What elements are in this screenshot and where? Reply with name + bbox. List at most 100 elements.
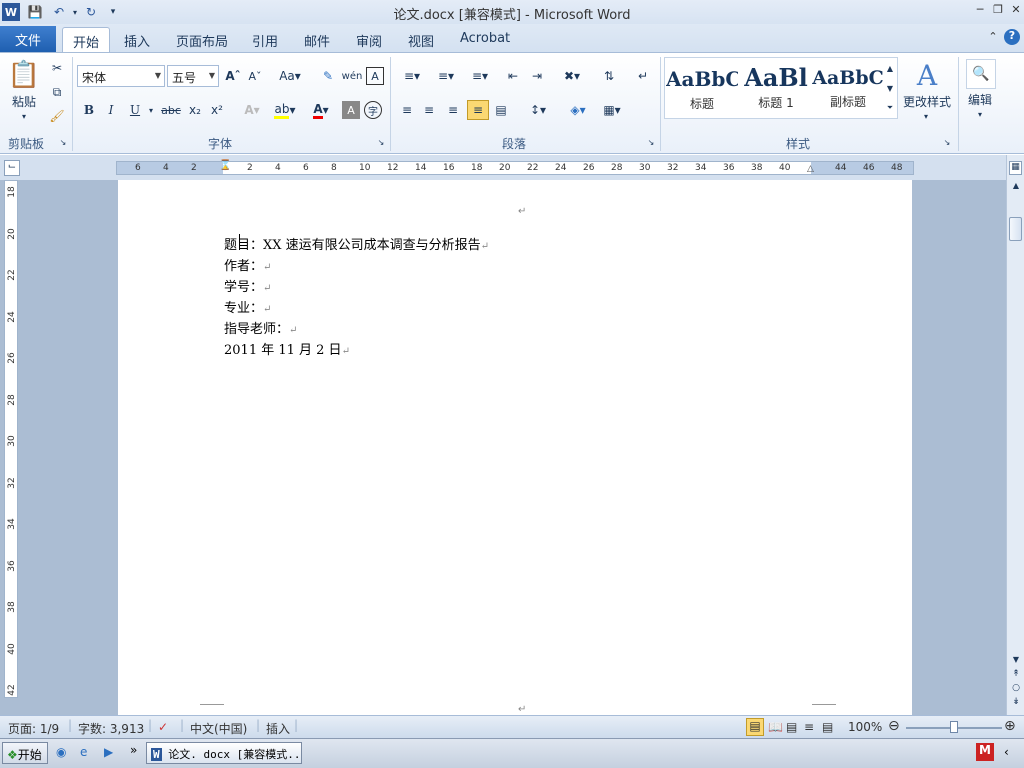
right-indent-marker-icon[interactable]: △ xyxy=(807,164,817,174)
ie-icon[interactable]: e xyxy=(80,745,96,761)
web-layout-icon[interactable]: ▤ xyxy=(786,720,797,734)
doc-title-line[interactable]: 题目：XX 速运有限公司成本调查与分析报告↵ xyxy=(224,234,489,253)
tab-home[interactable]: 开始 xyxy=(62,27,111,52)
outline-icon[interactable]: ≡ xyxy=(804,720,814,734)
full-screen-reading-icon[interactable]: 📖 xyxy=(768,720,783,734)
scroll-thumb[interactable] xyxy=(1009,217,1022,241)
zoom-out-icon[interactable]: ⊖ xyxy=(888,718,900,734)
horizontal-ruler[interactable]: ⌛ △ 6 4 2 2 4 6 8 10 12 14 16 18 20 22 24 26 28 30 32 34 36 3… xyxy=(116,160,914,176)
find-binoculars-icon[interactable]: 🔍 xyxy=(966,59,996,89)
phonetic-guide-icon[interactable]: wén xyxy=(342,67,363,85)
editing-dropdown-icon[interactable]: ▾ xyxy=(974,109,986,119)
decrease-indent-icon[interactable]: ⇤ xyxy=(504,67,522,85)
numbering-icon[interactable]: ≡▾ xyxy=(432,67,460,85)
tray-app-icon[interactable]: M xyxy=(976,743,994,761)
print-layout-icon[interactable]: ▤ xyxy=(746,718,764,736)
page-count[interactable]: 页面: 1/9 xyxy=(8,720,59,737)
show-marks-icon[interactable]: ↵ xyxy=(634,67,652,85)
prev-page-icon[interactable]: ↟ xyxy=(1010,669,1022,681)
paragraph-launcher-icon[interactable]: ↘ xyxy=(646,137,656,147)
doc-student-id-line[interactable]: 学号：↵ xyxy=(224,276,271,295)
word-task-button[interactable]: W 论文. docx [兼容模式... xyxy=(146,742,302,764)
bold-icon[interactable]: B xyxy=(80,101,98,119)
indent-marker-icon[interactable]: ⌛ xyxy=(219,160,231,176)
superscript-icon[interactable]: x² xyxy=(208,101,226,119)
media-icon[interactable]: ▶ xyxy=(104,745,120,761)
character-border-icon[interactable]: A xyxy=(366,67,384,85)
underline-icon[interactable]: U xyxy=(126,101,144,119)
tab-references[interactable]: 引用 xyxy=(242,27,288,52)
distributed-icon[interactable]: ▤ xyxy=(492,101,510,119)
paste-icon[interactable]: 📋 xyxy=(8,57,40,93)
style-subtitle[interactable]: AaBbC 副标题 xyxy=(812,59,884,117)
clear-format-icon[interactable]: ✎ xyxy=(318,67,338,85)
tab-selector-icon[interactable]: ⌙ xyxy=(4,160,20,176)
minimize-ribbon-icon[interactable]: ⌃ xyxy=(985,30,1001,46)
next-page-icon[interactable]: ↡ xyxy=(1010,697,1022,709)
enclose-characters-icon[interactable]: 字 xyxy=(364,101,382,119)
subscript-icon[interactable]: x₂ xyxy=(186,101,204,119)
gallery-scroll-up-icon[interactable]: ▲ xyxy=(884,59,896,77)
style-title[interactable]: AaBbC 标题 xyxy=(666,59,738,117)
font-color-icon[interactable]: A ▾ xyxy=(306,101,336,119)
copy-icon[interactable]: ⧉ xyxy=(48,83,66,101)
tab-page-layout[interactable]: 页面布局 xyxy=(166,27,238,52)
cut-icon[interactable]: ✂ xyxy=(48,59,66,77)
justify-icon[interactable]: ≡ xyxy=(467,100,489,120)
vertical-scrollbar[interactable]: ▦ ▲ ▼ ↟ ○ ↡ xyxy=(1006,155,1024,715)
font-name-combo[interactable]: 宋体 ▼ xyxy=(77,65,165,87)
tab-file[interactable]: 文件 xyxy=(0,26,56,52)
strikethrough-icon[interactable]: abc xyxy=(160,101,182,119)
font-launcher-icon[interactable]: ↘ xyxy=(376,137,386,147)
align-right-icon[interactable]: ≡ xyxy=(444,101,462,119)
view-ruler-icon[interactable]: ▦ xyxy=(1009,161,1022,175)
tab-review[interactable]: 审阅 xyxy=(346,27,392,52)
sort-icon[interactable]: ⇅ xyxy=(598,67,620,85)
minimize-icon[interactable]: ─ xyxy=(972,3,988,19)
proofing-icon[interactable]: ✓ xyxy=(158,720,168,734)
doc-major-line[interactable]: 专业：↵ xyxy=(224,297,271,316)
language[interactable]: 中文(中国) xyxy=(190,720,247,737)
format-painter-icon[interactable]: 🖌 xyxy=(48,107,66,125)
tray-expand-icon[interactable]: ‹ xyxy=(1004,745,1018,761)
gallery-scroll-down-icon[interactable]: ▼ xyxy=(884,79,896,97)
borders-icon[interactable]: ▦▾ xyxy=(598,101,626,119)
word-count[interactable]: 字数: 3,913 xyxy=(78,720,144,737)
tab-acrobat[interactable]: Acrobat xyxy=(450,27,520,52)
zoom-in-icon[interactable]: ⊕ xyxy=(1004,718,1016,734)
style-heading-1[interactable]: AaBl 标题 1 xyxy=(740,59,812,117)
chinese-layout-icon[interactable]: ✖▾ xyxy=(558,67,586,85)
multilevel-list-icon[interactable]: ≡▾ xyxy=(466,67,494,85)
change-styles-button[interactable]: 更改样式 xyxy=(900,93,954,109)
doc-date-line[interactable]: 2011 年 11 月 2 日↵ xyxy=(224,339,350,358)
select-browse-object-icon[interactable]: ○ xyxy=(1010,683,1022,695)
styles-launcher-icon[interactable]: ↘ xyxy=(942,137,952,147)
doc-author-line[interactable]: 作者：↵ xyxy=(224,255,271,274)
grow-font-icon[interactable]: Aˆ xyxy=(224,67,242,85)
paste-button[interactable]: 粘贴 xyxy=(6,93,42,109)
tab-insert[interactable]: 插入 xyxy=(114,27,160,52)
italic-icon[interactable]: I xyxy=(102,101,120,119)
increase-indent-icon[interactable]: ⇥ xyxy=(528,67,546,85)
vertical-ruler[interactable]: 18 20 22 24 26 28 30 32 34 36 38 40 42 xyxy=(4,180,18,698)
character-shading-icon[interactable]: A xyxy=(342,101,360,119)
explorer-icon[interactable]: ◉ xyxy=(56,745,72,761)
change-case-icon[interactable]: Aa▾ xyxy=(278,67,302,85)
more-quicklaunch-icon[interactable]: » xyxy=(130,743,142,759)
draft-icon[interactable]: ▤ xyxy=(822,720,833,734)
start-button[interactable]: ❖开始 xyxy=(2,742,48,764)
align-left-icon[interactable]: ≡ xyxy=(398,101,416,119)
insert-mode[interactable]: 插入 xyxy=(266,720,290,737)
text-effects-icon[interactable]: A▾ xyxy=(240,101,264,119)
shading-icon[interactable]: ◈▾ xyxy=(564,101,592,119)
gallery-more-icon[interactable]: ⏷ xyxy=(884,99,896,117)
highlight-icon[interactable]: ab ▾ xyxy=(270,101,300,119)
paste-dropdown-icon[interactable]: ▾ xyxy=(16,111,32,121)
doc-advisor-line[interactable]: 指导老师：↵ xyxy=(224,318,297,337)
close-icon[interactable]: ✕ xyxy=(1008,3,1024,19)
line-spacing-icon[interactable]: ↕▾ xyxy=(524,101,552,119)
font-size-combo[interactable]: 五号 ▼ xyxy=(167,65,219,87)
scroll-down-icon[interactable]: ▼ xyxy=(1010,655,1022,667)
underline-dropdown-icon[interactable]: ▾ xyxy=(146,101,156,119)
zoom-slider-thumb[interactable] xyxy=(950,721,958,733)
